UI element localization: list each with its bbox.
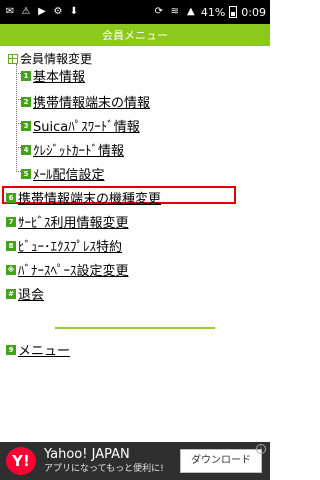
menu-item-label: ﾒｰﾙ配信設定	[33, 168, 105, 183]
settings-icon: ⚙	[53, 6, 63, 17]
number-badge: 2	[21, 96, 31, 107]
status-bar: ✉ ⚠ ▶ ⚙ ⬇ ⟳ ≋ ▲ 41% 0:09	[0, 0, 270, 24]
notification-icon: ✉	[5, 6, 15, 17]
number-badge: 6	[6, 192, 16, 203]
number-badge: 3	[21, 120, 31, 131]
download-button[interactable]: ダウンロード	[180, 449, 262, 473]
divider	[55, 327, 215, 329]
section-header: 会員情報変更	[8, 50, 92, 67]
menu-item-banner-settings[interactable]: ※ ﾊﾞﾅｰｽﾍﾟｰｽ設定変更	[6, 260, 129, 279]
number-badge: 4	[21, 144, 31, 155]
menu-item-mail-settings[interactable]: 5 ﾒｰﾙ配信設定	[21, 164, 105, 183]
section-label: 会員情報変更	[20, 52, 93, 66]
download-icon: ⬇	[69, 6, 79, 17]
warning-icon: ⚠	[21, 6, 31, 17]
page-title: 会員メニュー	[102, 29, 168, 42]
number-badge: 9	[6, 344, 16, 355]
number-badge: 8	[6, 240, 16, 251]
clock: 0:09	[241, 5, 266, 19]
play-icon: ▶	[38, 6, 46, 17]
menu-item-menu[interactable]: 9 メニュー	[6, 340, 70, 359]
number-badge: 5	[21, 168, 31, 179]
tree-line	[16, 64, 18, 172]
menu-item-label: 基本情報	[33, 70, 86, 85]
menu-item-withdraw[interactable]: # 退会	[6, 284, 44, 303]
number-badge: ※	[6, 264, 16, 275]
menu-item-label: ｸﾚｼﾞｯﾄｶｰﾄﾞ情報	[33, 144, 125, 159]
number-badge: 7	[6, 216, 16, 227]
menu-item-label: ﾊﾞﾅｰｽﾍﾟｰｽ設定変更	[18, 264, 129, 279]
sync-icon: ⟳	[154, 6, 164, 17]
signal-icon: ▲	[186, 6, 195, 17]
menu-item-label: 携帯情報端末の機種変更	[18, 192, 162, 207]
ad-banner[interactable]: Y! Yahoo! JAPAN アプリになってもっと便利に! ダウンロード i	[0, 442, 270, 480]
menu-item-label: メニュー	[18, 344, 71, 359]
battery-percent: 41%	[200, 5, 226, 19]
info-icon[interactable]: i	[256, 444, 266, 454]
menu-item-view-express[interactable]: 8 ﾋﾞｭｰ･ｴｸｽﾌﾟﾚｽ特約	[6, 236, 122, 255]
menu-item-device-change[interactable]: 6 携帯情報端末の機種変更	[6, 188, 161, 207]
menu-item-device-info[interactable]: 2 携帯情報端末の情報	[21, 92, 150, 111]
ad-subtitle: アプリになってもっと便利に!	[44, 464, 164, 474]
ad-text: Yahoo! JAPAN アプリになってもっと便利に!	[44, 447, 164, 475]
wifi-icon: ≋	[170, 6, 180, 17]
grid-icon	[8, 53, 18, 64]
page-title-bar: 会員メニュー	[0, 24, 270, 46]
menu-item-label: Suicaﾊﾟｽﾜｰﾄﾞ情報	[33, 120, 140, 135]
ad-title: Yahoo! JAPAN	[44, 447, 130, 462]
menu-item-credit-card[interactable]: 4 ｸﾚｼﾞｯﾄｶｰﾄﾞ情報	[21, 140, 124, 159]
menu-item-label: 携帯情報端末の情報	[33, 96, 151, 111]
menu-item-label: 退会	[18, 288, 45, 303]
battery-icon	[229, 6, 238, 18]
menu-item-label: ﾋﾞｭｰ･ｴｸｽﾌﾟﾚｽ特約	[18, 240, 123, 255]
number-badge: #	[6, 288, 16, 299]
yahoo-logo-icon: Y!	[6, 447, 36, 475]
menu-item-label: ｻｰﾋﾞｽ利用情報変更	[18, 216, 129, 231]
menu-item-service-usage[interactable]: 7 ｻｰﾋﾞｽ利用情報変更	[6, 212, 129, 231]
menu-item-suica-password[interactable]: 3 Suicaﾊﾟｽﾜｰﾄﾞ情報	[21, 116, 140, 135]
menu-item-basic-info[interactable]: 1 基本情報	[21, 66, 85, 85]
number-badge: 1	[21, 70, 31, 81]
